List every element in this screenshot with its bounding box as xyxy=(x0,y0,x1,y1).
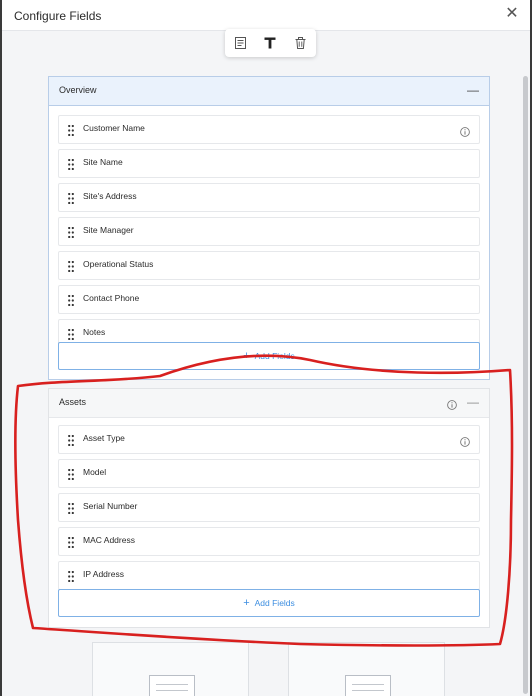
field-label: Site Name xyxy=(83,157,123,167)
field-row[interactable]: Operational Status xyxy=(58,251,480,280)
configure-fields-modal: Configure Fields ✕ Overview — Customer N… xyxy=(2,0,530,696)
section-header[interactable]: Overview — xyxy=(49,77,489,106)
add-fields-button[interactable]: + Add Fields xyxy=(58,342,480,370)
drag-handle-icon[interactable] xyxy=(68,225,74,239)
drag-handle-icon[interactable] xyxy=(68,293,74,307)
section-overview[interactable]: Overview — Customer Name Site Name Site's … xyxy=(48,76,490,380)
scrollbar-thumb[interactable] xyxy=(523,76,528,694)
text-button[interactable] xyxy=(255,29,285,57)
document-icon xyxy=(149,675,195,696)
drag-handle-icon[interactable] xyxy=(68,569,74,583)
field-label: Site's Address xyxy=(83,191,137,201)
field-row[interactable]: Site Manager xyxy=(58,217,480,246)
field-row[interactable]: Site's Address xyxy=(58,183,480,212)
plus-icon: + xyxy=(243,349,250,362)
drag-handle-icon[interactable] xyxy=(68,433,74,447)
field-row[interactable]: Model xyxy=(58,459,480,488)
field-row[interactable]: Contact Phone xyxy=(58,285,480,314)
add-fields-label: Add Fields xyxy=(254,351,295,361)
section-header[interactable]: Assets — xyxy=(49,389,489,418)
drag-handle-icon[interactable] xyxy=(68,259,74,273)
drag-handle-icon[interactable] xyxy=(68,467,74,481)
field-list: Customer Name Site Name Site's Address Site… xyxy=(58,115,480,353)
info-icon[interactable] xyxy=(460,434,470,447)
layout-option-card[interactable] xyxy=(92,642,249,696)
field-label: Site Manager xyxy=(83,225,134,235)
field-label: Serial Number xyxy=(83,501,138,511)
delete-button[interactable] xyxy=(285,29,315,57)
field-row[interactable]: Asset Type xyxy=(58,425,480,454)
layout-option-card[interactable] xyxy=(288,642,445,696)
modal-title: Configure Fields xyxy=(14,9,102,23)
field-list: Asset Type Model Serial Number MAC Address I… xyxy=(58,425,480,595)
modal-header: Configure Fields ✕ xyxy=(2,0,530,31)
drag-handle-icon[interactable] xyxy=(68,327,74,341)
field-label: MAC Address xyxy=(83,535,135,545)
plus-icon: + xyxy=(243,596,250,609)
field-label: Operational Status xyxy=(83,259,154,269)
field-row[interactable]: Site Name xyxy=(58,149,480,178)
field-row[interactable]: MAC Address xyxy=(58,527,480,556)
section-toolbar xyxy=(225,29,316,57)
drag-handle-icon[interactable] xyxy=(68,123,74,137)
field-label: IP Address xyxy=(83,569,124,579)
field-label: Asset Type xyxy=(83,433,125,443)
info-icon[interactable] xyxy=(447,397,457,410)
drag-handle-icon[interactable] xyxy=(68,501,74,515)
info-icon[interactable] xyxy=(460,124,470,137)
field-row[interactable]: IP Address xyxy=(58,561,480,590)
add-fields-label: Add Fields xyxy=(254,598,295,608)
collapse-button[interactable]: — xyxy=(467,396,479,408)
section-title: Overview xyxy=(59,85,97,95)
text-icon xyxy=(264,37,276,49)
scrollbar[interactable] xyxy=(523,34,528,696)
drag-handle-icon[interactable] xyxy=(68,157,74,171)
trash-icon xyxy=(295,37,305,49)
drag-handle-icon[interactable] xyxy=(68,191,74,205)
form-icon xyxy=(234,37,246,49)
section-title: Assets xyxy=(59,397,87,407)
close-icon[interactable]: ✕ xyxy=(504,6,520,22)
field-label: Customer Name xyxy=(83,123,145,133)
field-label: Notes xyxy=(83,327,106,337)
section-assets[interactable]: Assets — Asset Type Model Serial Number MAC… xyxy=(48,388,490,628)
collapse-button[interactable]: — xyxy=(467,84,479,96)
field-label: Model xyxy=(83,467,107,477)
field-row[interactable]: Customer Name xyxy=(58,115,480,144)
document-icon xyxy=(345,675,391,696)
add-fields-button[interactable]: + Add Fields xyxy=(58,589,480,617)
form-button[interactable] xyxy=(225,29,255,57)
field-label: Contact Phone xyxy=(83,293,140,303)
field-row[interactable]: Serial Number xyxy=(58,493,480,522)
drag-handle-icon[interactable] xyxy=(68,535,74,549)
